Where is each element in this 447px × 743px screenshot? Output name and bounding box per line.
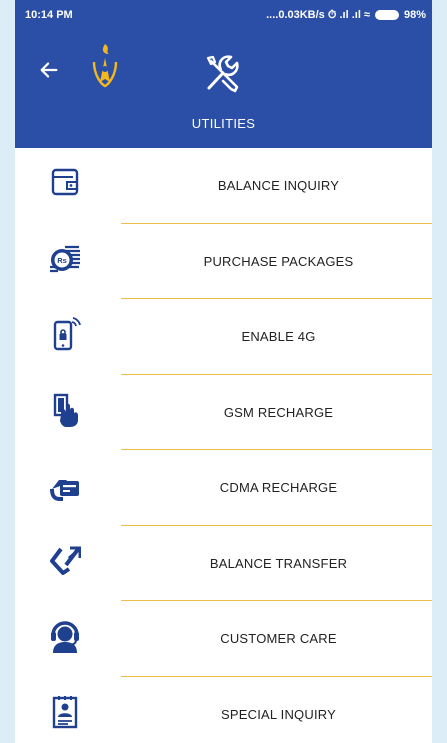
menu-label: CDMA RECHARGE: [219, 480, 338, 495]
battery-icon: [374, 10, 399, 20]
menu-label: BALANCE TRANSFER: [209, 555, 348, 571]
page-title: UTILITIES: [191, 116, 256, 131]
phone-signal-icon: [53, 317, 81, 351]
menu-item-cdma-recharge[interactable]: CDMA RECHARGE: [15, 450, 432, 526]
profile-document-icon: [52, 695, 78, 728]
status-bar: 10:14 PM ....0.03KB/s ⏱ .ıl .ıl ≈ 98%: [15, 0, 432, 30]
menu-item-enable-4g[interactable]: ENABLE 4G: [15, 299, 432, 375]
network-indicators: ....0.03KB/s ⏱ .ıl .ıl ≈: [266, 8, 370, 21]
menu-item-purchase-packages[interactable]: Rs PURCHASE PACKAGES: [15, 224, 432, 299]
app-header: UTILITIES: [15, 30, 432, 148]
menu-item-balance-transfer[interactable]: BALANCE TRANSFER: [15, 526, 432, 601]
menu-label: CUSTOMER CARE: [220, 631, 337, 646]
menu-label: ENABLE 4G: [241, 329, 316, 344]
menu-item-customer-care[interactable]: CUSTOMER CARE: [15, 601, 432, 677]
menu-label: BALANCE INQUIRY: [217, 178, 340, 193]
menu-label: SPECIAL INQUIRY: [221, 706, 336, 722]
card-in-hand-icon: [50, 480, 79, 501]
status-time: 10:14 PM: [25, 9, 73, 21]
app-screen: 10:14 PM ....0.03KB/s ⏱ .ıl .ıl ≈ 98% UT…: [15, 0, 432, 743]
menu-item-gsm-recharge[interactable]: GSM RECHARGE: [15, 375, 432, 450]
utilities-menu: BALANCE INQUIRY Rs PURCHASE PACKAGES ENA…: [15, 148, 432, 743]
status-indicators: ....0.03KB/s ⏱ .ıl .ıl ≈ 98%: [266, 9, 426, 22]
card-insert-icon: [53, 393, 78, 427]
menu-label: GSM RECHARGE: [223, 404, 334, 420]
headset-icon: [51, 621, 79, 653]
battery-level: 98%: [403, 9, 426, 21]
tools-icon: [206, 55, 239, 93]
wallet-icon: [51, 168, 79, 196]
back-button[interactable]: [35, 56, 63, 84]
svg-text:Rs: Rs: [57, 256, 67, 265]
rupee-coins-icon: Rs: [50, 245, 80, 272]
menu-item-special-inquiry[interactable]: SPECIAL INQUIRY: [15, 677, 432, 743]
menu-label: PURCHASE PACKAGES: [203, 253, 354, 269]
transfer-icon: [50, 546, 81, 575]
arrow-left-icon: [40, 62, 58, 78]
company-logo: [92, 44, 118, 88]
menu-item-balance-inquiry[interactable]: BALANCE INQUIRY: [15, 148, 432, 224]
